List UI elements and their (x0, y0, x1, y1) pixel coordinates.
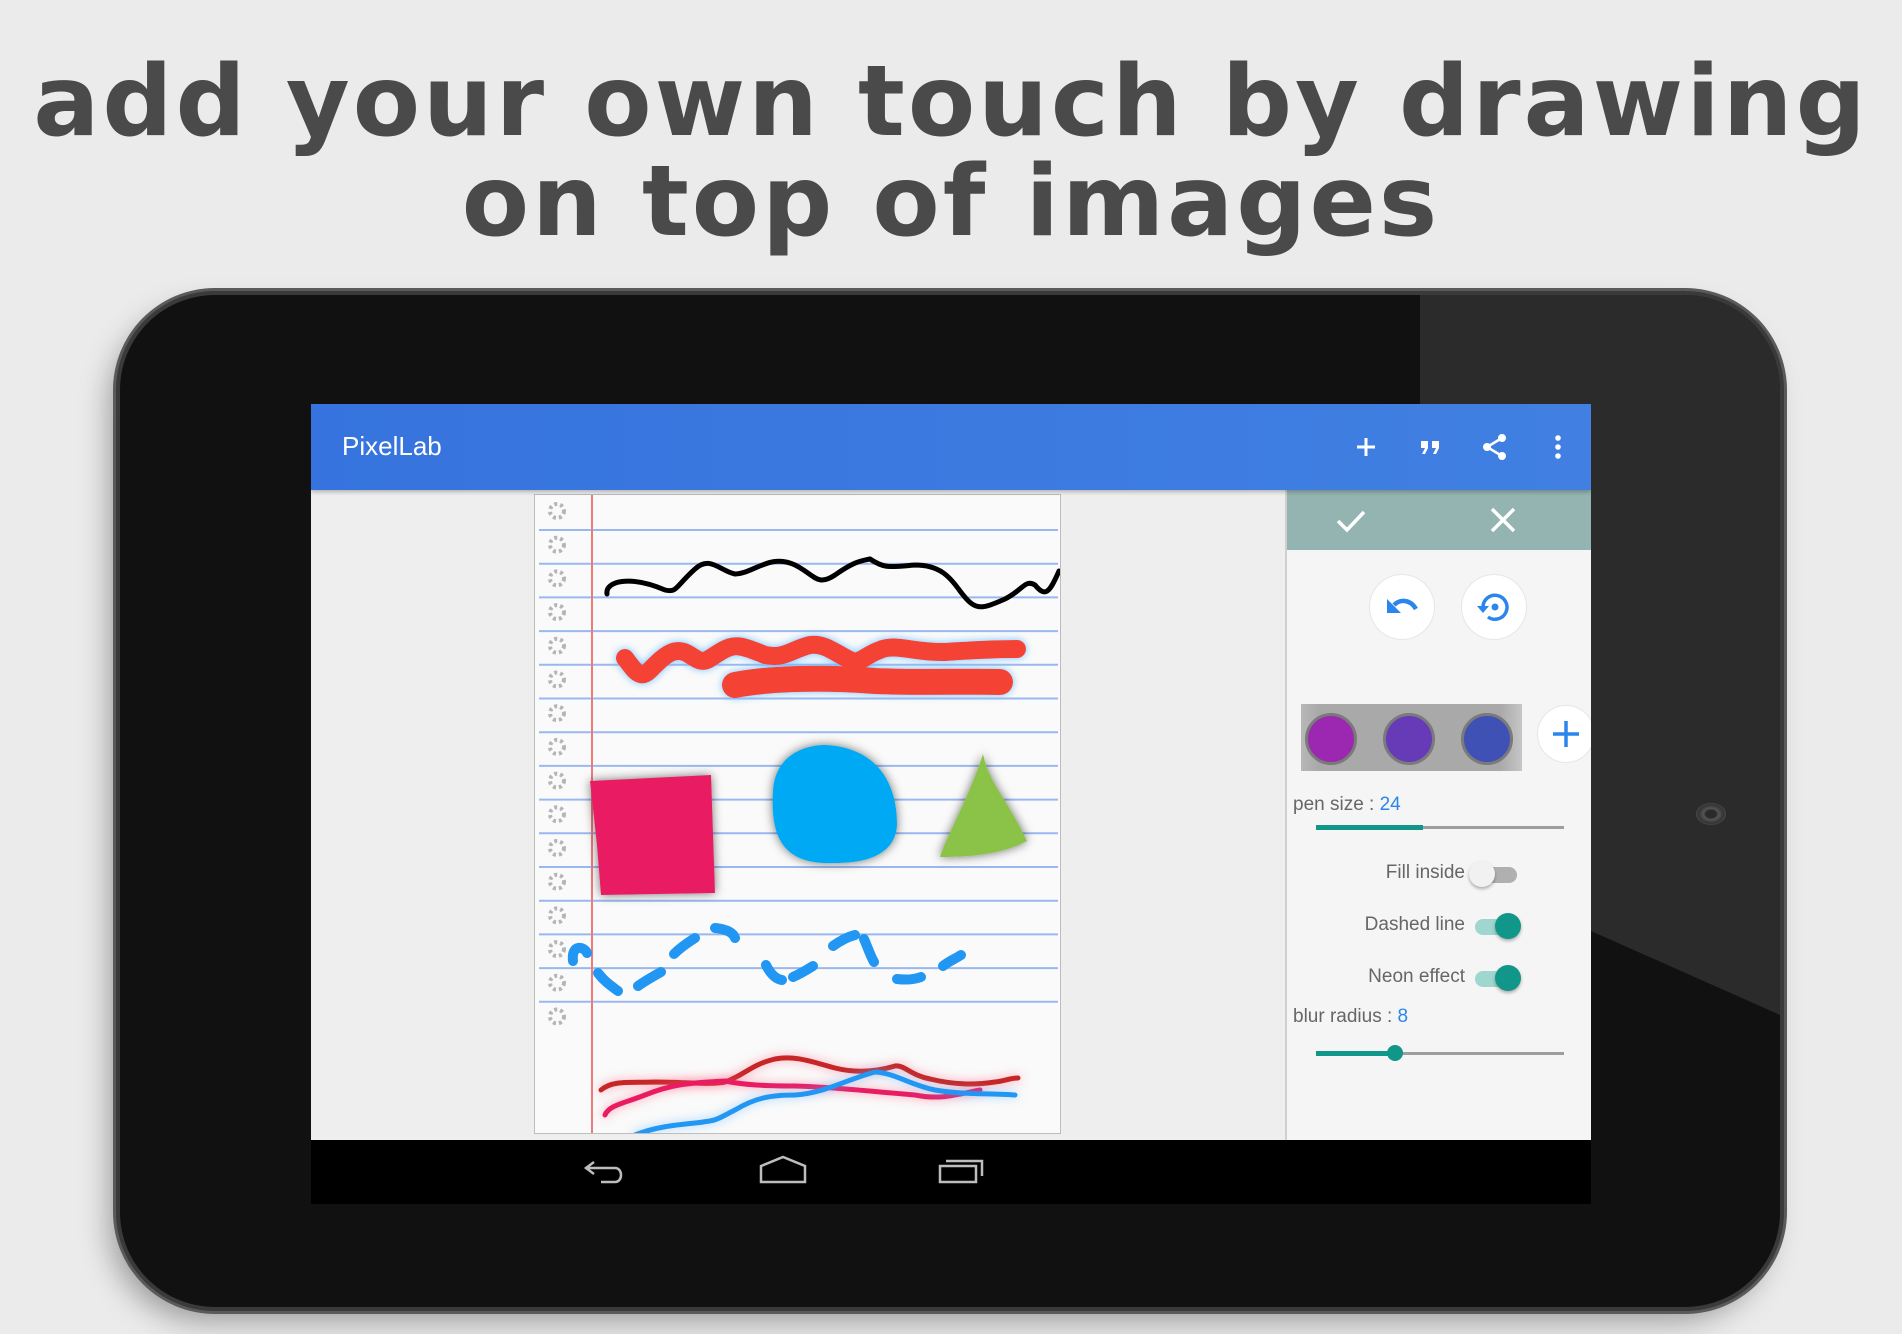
drawing-black-line (604, 556, 1060, 610)
share-icon[interactable] (1478, 430, 1512, 464)
pen-size-label: pen size : 24 (1293, 794, 1401, 816)
plus-icon[interactable] (1349, 430, 1383, 464)
headline-line-1: add your own touch by drawing (33, 45, 1869, 159)
pen-size-value: 24 (1379, 794, 1401, 815)
binder-hole (548, 569, 566, 588)
fill-inside-label: Fill inside (1385, 862, 1465, 883)
neon-effect-toggle[interactable] (1471, 965, 1521, 991)
toggle-knob (1469, 861, 1495, 887)
toggle-knob (1495, 965, 1521, 991)
blur-radius-value: 8 (1397, 1006, 1409, 1027)
neon-effect-label: Neon effect (1368, 966, 1465, 987)
pen-size-text: pen size : (1293, 794, 1380, 815)
binder-hole (548, 872, 566, 891)
binder-hole (548, 535, 566, 554)
home-icon[interactable] (758, 1154, 808, 1190)
color-swatch-deep-purple[interactable] (1383, 713, 1435, 765)
plus-icon (1553, 721, 1579, 747)
panel-header (1287, 490, 1591, 550)
headline: add your own touch by drawing on top of … (0, 52, 1902, 252)
blue-circle (772, 745, 897, 864)
editor-area: pen size : 24 Fill inside Dashed line Ne… (311, 490, 1591, 1140)
dashed-line-toggle[interactable] (1471, 913, 1521, 939)
quote-icon[interactable] (1413, 430, 1447, 464)
device-screen: PixelLab pen size: 24 Fill inside Dashe… (311, 404, 1591, 1204)
dashed-line-label: Dashed line (1364, 914, 1465, 935)
color-palette (1301, 704, 1522, 771)
back-icon[interactable] (581, 1154, 631, 1190)
color-swatch-indigo[interactable] (1461, 713, 1513, 765)
blur-radius-slider-thumb[interactable] (1387, 1045, 1404, 1061)
drawing-dashed-line (567, 923, 966, 996)
camera-icon (1696, 803, 1726, 825)
blur-radius-slider-fill (1316, 1051, 1396, 1056)
add-color-button[interactable] (1538, 706, 1591, 762)
canvas-drawing (539, 495, 1060, 1133)
binder-hole (548, 973, 566, 992)
reset-button[interactable] (1462, 575, 1526, 639)
drawing-canvas[interactable] (534, 494, 1061, 1134)
binder-hole (548, 805, 566, 824)
toggle-knob (1495, 913, 1521, 939)
fill-inside-toggle[interactable] (1469, 861, 1521, 887)
binder-hole (548, 940, 566, 959)
green-triangle (940, 754, 1027, 857)
app-bar: PixelLab (311, 404, 1591, 490)
blur-radius-text: blur radius : (1293, 1006, 1398, 1027)
binder-hole (548, 603, 566, 622)
binder-holes (548, 502, 566, 1026)
check-icon[interactable] (1331, 500, 1371, 540)
binder-hole (548, 906, 566, 925)
binder-hole (548, 771, 566, 790)
app-title: PixelLab (342, 431, 442, 461)
reset-icon (1477, 593, 1509, 621)
pen-size-slider[interactable] (1316, 825, 1564, 830)
recents-icon[interactable] (936, 1154, 986, 1190)
pen-size-slider-fill (1316, 825, 1423, 830)
headline-line-2: on top of images (461, 145, 1441, 259)
binder-hole (548, 502, 566, 520)
drawing-shapes (590, 745, 1027, 895)
more-vert-icon[interactable] (1541, 430, 1575, 464)
drawing-options-panel: pen size : 24 Fill inside Dashed line Ne… (1285, 490, 1591, 1140)
blur-radius-label: blur radius : 8 (1293, 1006, 1408, 1028)
pink-square (590, 775, 715, 895)
undo-button[interactable] (1370, 575, 1434, 639)
binder-hole (548, 1007, 566, 1026)
drawing-neon-lines (598, 1055, 1021, 1133)
binder-hole (548, 737, 566, 756)
binder-hole (548, 839, 566, 857)
undo-icon (1387, 598, 1418, 613)
system-nav-bar (311, 1140, 1591, 1204)
binder-hole (548, 704, 566, 723)
blur-radius-slider[interactable] (1316, 1045, 1564, 1061)
binder-hole (548, 670, 566, 689)
color-swatch-purple[interactable] (1305, 713, 1357, 765)
close-icon[interactable] (1483, 500, 1523, 540)
binder-hole (548, 636, 566, 655)
